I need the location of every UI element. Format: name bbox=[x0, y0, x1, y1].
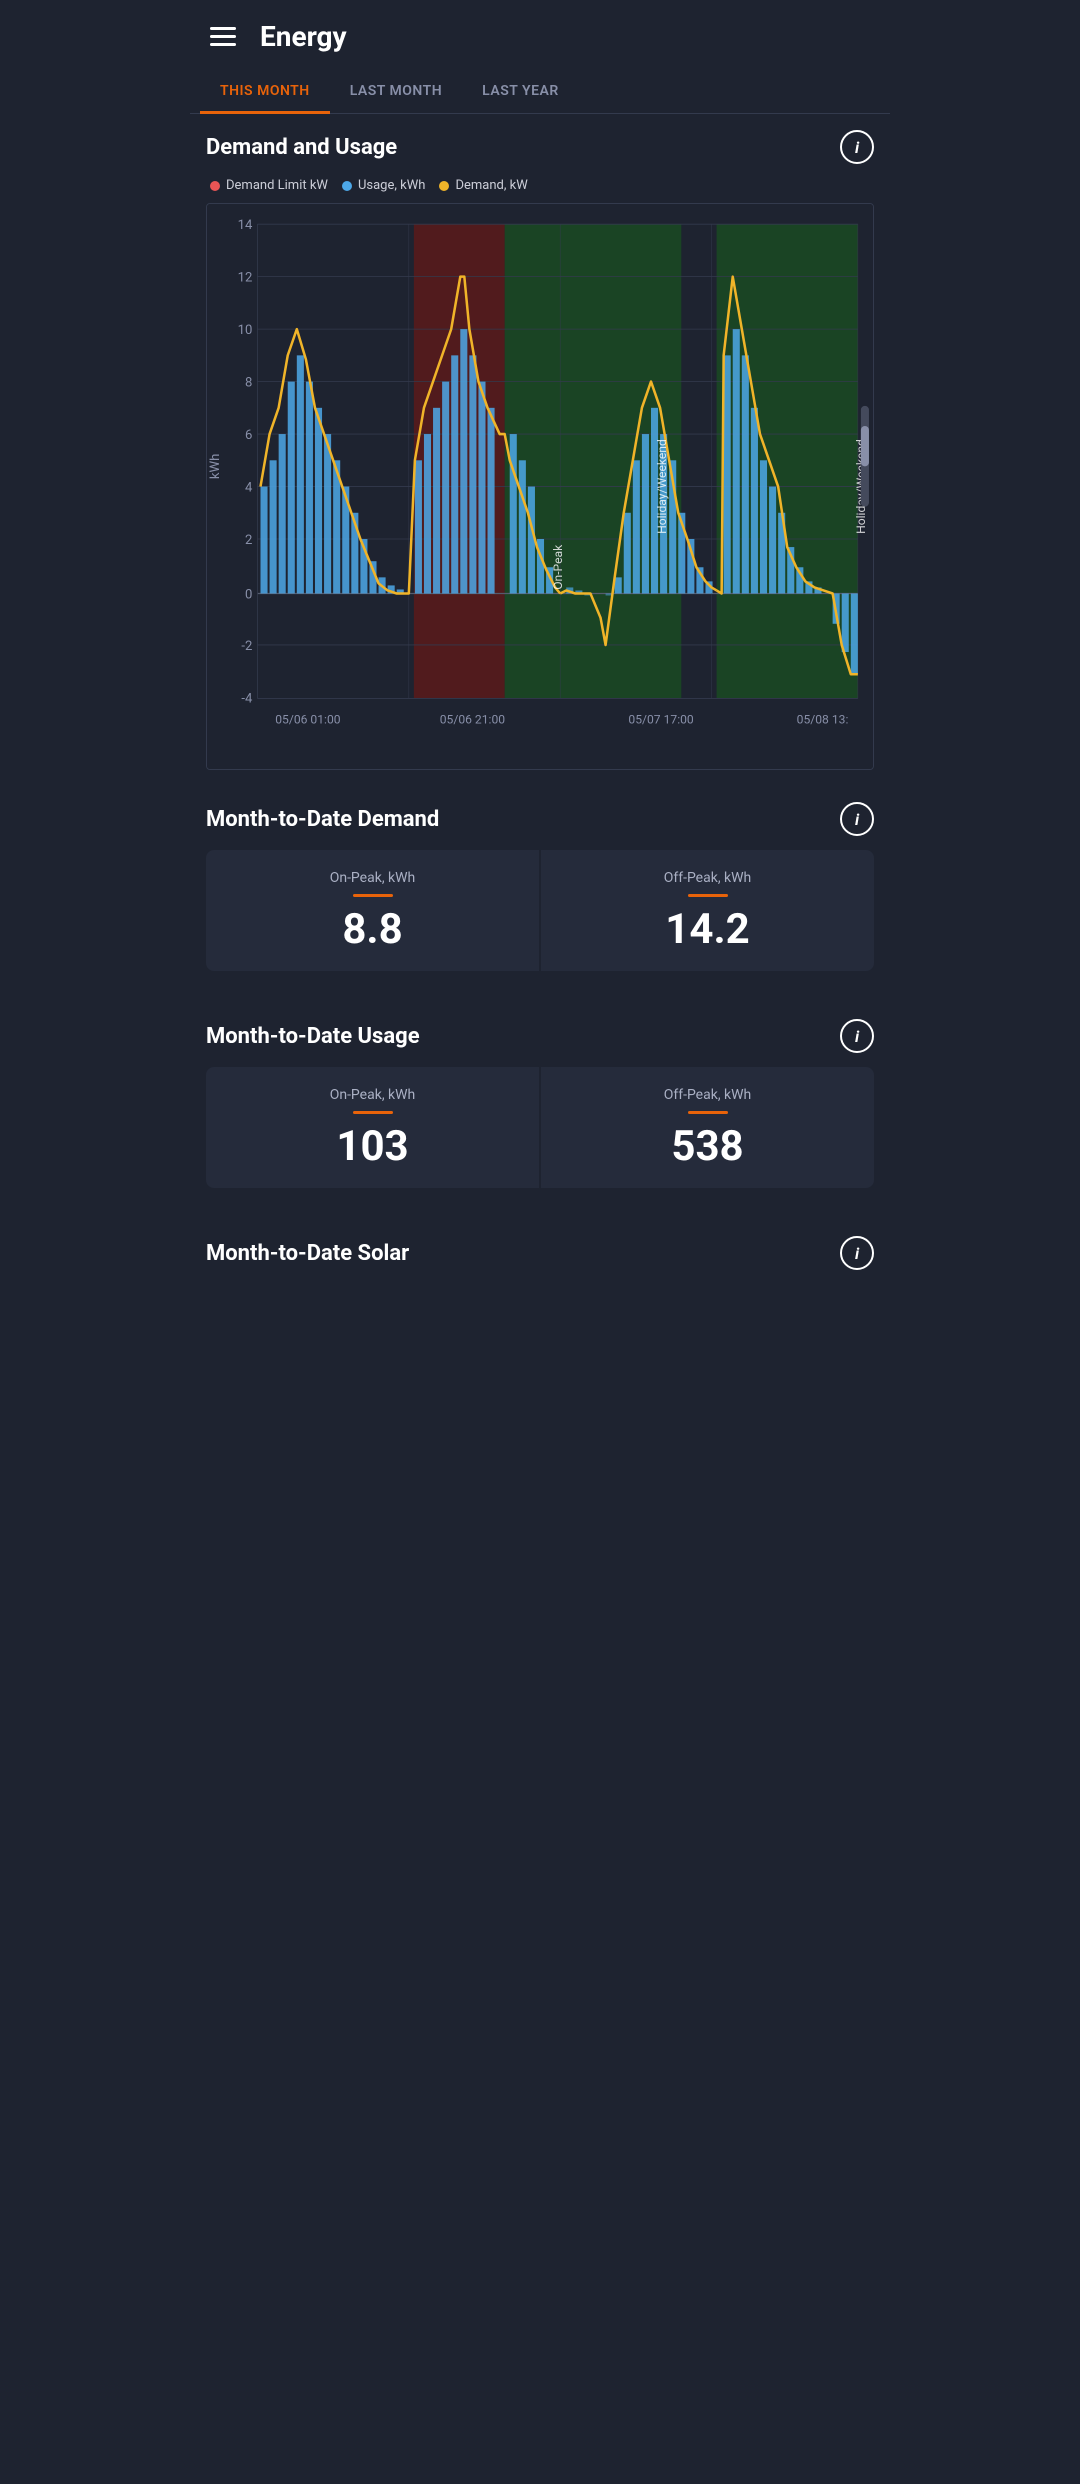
chart-legend: Demand Limit kW Usage, kWh Demand, kW bbox=[206, 178, 874, 193]
usage-stats-grid: On-Peak, kWh 103 Off-Peak, kWh 538 bbox=[206, 1067, 874, 1188]
demand-stats-grid: On-Peak, kWh 8.8 Off-Peak, kWh 14.2 bbox=[206, 850, 874, 971]
demand-usage-section: Demand and Usage i Demand Limit kW Usage… bbox=[190, 114, 890, 770]
usage-onpeak-underline bbox=[353, 1111, 393, 1114]
demand-usage-header: Demand and Usage i bbox=[206, 130, 874, 164]
demand-offpeak-underline bbox=[688, 894, 728, 897]
svg-text:05/06 21:00: 05/06 21:00 bbox=[440, 713, 505, 727]
svg-text:2: 2 bbox=[245, 533, 252, 548]
svg-text:05/08 13:: 05/08 13: bbox=[797, 713, 849, 727]
month-demand-info-button[interactable]: i bbox=[840, 802, 874, 836]
month-demand-section: Month-to-Date Demand i bbox=[190, 786, 890, 836]
usage-onpeak-card: On-Peak, kWh 103 bbox=[206, 1067, 539, 1188]
demand-usage-info-button[interactable]: i bbox=[840, 130, 874, 164]
tab-last-year[interactable]: LAST YEAR bbox=[462, 69, 579, 113]
usage-onpeak-value: 103 bbox=[336, 1126, 408, 1168]
usage-offpeak-label: Off-Peak, kWh bbox=[664, 1087, 752, 1103]
legend-usage: Usage, kWh bbox=[342, 178, 425, 193]
svg-text:6: 6 bbox=[245, 428, 252, 443]
page-title: Energy bbox=[260, 20, 347, 53]
svg-text:14: 14 bbox=[238, 218, 253, 233]
usage-offpeak-value: 538 bbox=[671, 1126, 743, 1168]
tab-bar: THIS MONTH LAST MONTH LAST YEAR bbox=[190, 69, 890, 114]
svg-text:On-Peak: On-Peak bbox=[551, 544, 565, 590]
month-solar-info-button[interactable]: i bbox=[840, 1236, 874, 1270]
month-demand-header: Month-to-Date Demand i bbox=[206, 802, 874, 836]
month-usage-title: Month-to-Date Usage bbox=[206, 1024, 420, 1049]
demand-usage-title: Demand and Usage bbox=[206, 135, 397, 160]
svg-text:-4: -4 bbox=[241, 691, 253, 706]
svg-text:8: 8 bbox=[245, 376, 252, 391]
svg-text:Holiday/Weekend: Holiday/Weekend bbox=[655, 439, 669, 534]
svg-text:10: 10 bbox=[238, 323, 253, 338]
demand-onpeak-label: On-Peak, kWh bbox=[330, 870, 416, 886]
svg-text:-2: -2 bbox=[241, 639, 252, 654]
demand-offpeak-value: 14.2 bbox=[665, 909, 749, 951]
month-usage-header: Month-to-Date Usage i bbox=[206, 1019, 874, 1053]
month-usage-info-button[interactable]: i bbox=[840, 1019, 874, 1053]
usage-offpeak-card: Off-Peak, kWh 538 bbox=[541, 1067, 874, 1188]
demand-onpeak-card: On-Peak, kWh 8.8 bbox=[206, 850, 539, 971]
menu-button[interactable] bbox=[210, 27, 236, 46]
month-solar-title: Month-to-Date Solar bbox=[206, 1241, 409, 1266]
svg-text:0: 0 bbox=[245, 588, 252, 603]
legend-demand: Demand, kW bbox=[439, 178, 527, 193]
month-demand-stats: On-Peak, kWh 8.8 Off-Peak, kWh 14.2 bbox=[190, 850, 890, 987]
svg-text:05/06 01:00: 05/06 01:00 bbox=[275, 713, 340, 727]
month-solar-section: Month-to-Date Solar i bbox=[190, 1220, 890, 1314]
legend-demand-limit: Demand Limit kW bbox=[210, 178, 328, 193]
month-usage-stats: On-Peak, kWh 103 Off-Peak, kWh 538 bbox=[190, 1067, 890, 1204]
demand-offpeak-card: Off-Peak, kWh 14.2 bbox=[541, 850, 874, 971]
month-usage-section: Month-to-Date Usage i bbox=[190, 1003, 890, 1053]
legend-dot-demand bbox=[439, 181, 449, 191]
demand-offpeak-label: Off-Peak, kWh bbox=[664, 870, 752, 886]
demand-onpeak-value: 8.8 bbox=[342, 909, 402, 951]
demand-usage-chart: 14 12 10 8 6 4 2 0 -2 -4 kWh bbox=[206, 203, 874, 770]
usage-onpeak-label: On-Peak, kWh bbox=[330, 1087, 416, 1103]
usage-offpeak-underline bbox=[688, 1111, 728, 1114]
svg-text:12: 12 bbox=[238, 271, 253, 286]
app-header: Energy bbox=[190, 0, 890, 69]
legend-dot-usage bbox=[342, 181, 352, 191]
tab-this-month[interactable]: THIS MONTH bbox=[200, 69, 330, 113]
svg-text:kWh: kWh bbox=[208, 454, 223, 480]
month-demand-title: Month-to-Date Demand bbox=[206, 807, 439, 832]
demand-onpeak-underline bbox=[353, 894, 393, 897]
tab-last-month[interactable]: LAST MONTH bbox=[330, 69, 462, 113]
month-solar-header: Month-to-Date Solar i bbox=[206, 1236, 874, 1270]
svg-text:4: 4 bbox=[245, 481, 253, 496]
svg-text:05/07 17:00: 05/07 17:00 bbox=[628, 713, 693, 727]
legend-dot-demand-limit bbox=[210, 181, 220, 191]
chart-svg: 14 12 10 8 6 4 2 0 -2 -4 kWh bbox=[207, 204, 873, 769]
